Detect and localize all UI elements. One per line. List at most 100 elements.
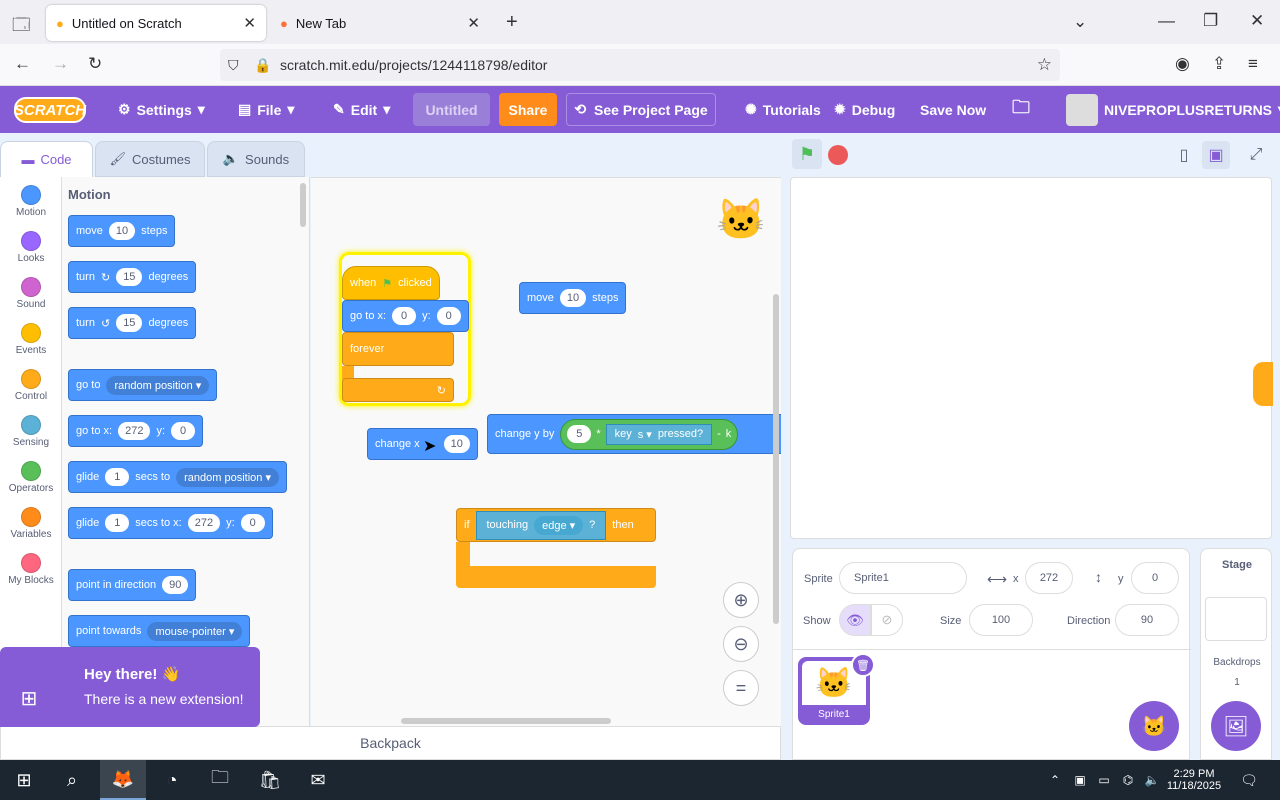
list-all-tabs-icon[interactable]: ⌄ xyxy=(1073,12,1087,32)
small-stage-icon[interactable]: ▯ xyxy=(1170,141,1198,169)
palette-scrollbar[interactable] xyxy=(300,183,306,227)
category-sensing[interactable]: Sensing xyxy=(0,415,62,448)
block-move-steps[interactable]: move 10 steps xyxy=(519,282,627,314)
green-flag-icon[interactable]: ⚑ xyxy=(792,139,822,169)
block-forever[interactable]: forever xyxy=(342,332,454,366)
search-icon[interactable]: ⌕ xyxy=(52,760,92,800)
sprite-name-input[interactable]: Sprite1 xyxy=(839,562,967,594)
tab-scratch[interactable]: ● Untitled on Scratch ✕ xyxy=(46,5,266,41)
tab-sounds[interactable]: 🔈 Sounds xyxy=(207,141,305,177)
block-glide-to[interactable]: glide 1 secs to random position ▾ xyxy=(68,461,287,493)
close-tab-icon[interactable]: ✕ xyxy=(467,14,480,32)
bookmark-star-icon[interactable]: ☆ xyxy=(1037,49,1052,81)
sprite-on-stage[interactable] xyxy=(1253,362,1273,406)
block-turn-ccw[interactable]: turn ↺ 15 degrees xyxy=(68,307,197,339)
touching-block[interactable]: touching edge ▾? xyxy=(475,510,607,540)
address-bar[interactable]: ⛉ 🔒 scratch.mit.edu/projects/1244118798/… xyxy=(220,49,1060,81)
block-dropdown[interactable]: mouse-pointer ▾ xyxy=(147,621,243,641)
file-menu[interactable]: ▤ File ▾ xyxy=(238,86,294,133)
delete-sprite-icon[interactable]: 🗑 xyxy=(851,653,875,677)
zoom-out-icon[interactable]: ⊖ xyxy=(723,626,759,662)
clock[interactable]: 2:29 PM 11/18/2025 xyxy=(1162,760,1226,800)
backpack-bar[interactable]: Backpack xyxy=(0,726,781,760)
tab-code[interactable]: ▬ Code xyxy=(0,141,93,177)
settings-menu[interactable]: ⚙ Settings ▾ xyxy=(118,86,205,133)
workspace-hscrollbar[interactable] xyxy=(401,718,611,724)
block-if-then[interactable]: if touching edge ▾? then xyxy=(456,508,656,542)
debug-button[interactable]: ✹ Debug xyxy=(834,86,895,133)
add-backdrop-icon[interactable]: 🖼 xyxy=(1211,701,1261,751)
edit-menu[interactable]: ✎ Edit ▾ xyxy=(333,86,390,133)
reload-icon[interactable]: ↻ xyxy=(88,54,102,74)
reset-zoom-icon[interactable]: = xyxy=(723,670,759,706)
block-go-to-xy[interactable]: go to x: 272 y: 0 xyxy=(68,415,203,447)
block-move-steps[interactable]: move 10 steps xyxy=(68,215,176,247)
volume-icon[interactable]: 🔈 xyxy=(1140,760,1164,800)
block-input[interactable]: 1 xyxy=(105,514,130,532)
block-change-y[interactable]: change y by 5 * key s ▾ pressed? - k xyxy=(487,414,781,454)
category-variables[interactable]: Variables xyxy=(0,507,62,540)
y-input[interactable]: 0 xyxy=(1131,562,1179,594)
block-dropdown[interactable]: random position ▾ xyxy=(176,467,279,487)
share-button[interactable]: Share xyxy=(499,93,557,126)
extension-toast[interactable]: ⊞ Hey there! 👋 There is a new extension! xyxy=(0,647,260,727)
block-go-to[interactable]: go to random position ▾ xyxy=(68,369,218,401)
tab-costumes[interactable]: 🖌 Costumes xyxy=(95,141,205,177)
category-sound[interactable]: Sound xyxy=(0,277,62,310)
stop-sign-icon[interactable] xyxy=(828,145,848,165)
block-input[interactable]: 0 xyxy=(436,307,461,325)
user-menu[interactable]: NIVEPROPLUSRETURNS▾ xyxy=(1066,86,1280,133)
forward-icon[interactable]: → xyxy=(52,54,69,74)
block-when-flag-clicked[interactable]: when ⚑ clicked xyxy=(342,266,440,300)
my-stuff-folder-icon[interactable]: 🗀 xyxy=(1012,86,1030,133)
block-input[interactable]: 1 xyxy=(105,468,130,486)
file-explorer-icon[interactable]: 🗀 xyxy=(200,760,240,800)
block-point-towards[interactable]: point towards mouse-pointer ▾ xyxy=(68,615,251,647)
stage-canvas[interactable] xyxy=(790,177,1273,539)
tutorials-button[interactable]: ✺ Tutorials xyxy=(745,86,821,133)
block-dropdown[interactable]: random position ▾ xyxy=(106,375,210,395)
operator-block[interactable]: 5 * key s ▾ pressed? - k xyxy=(560,418,739,450)
block-input[interactable]: 0 xyxy=(171,422,195,440)
hide-eye-icon[interactable]: ⊘ xyxy=(871,604,903,636)
block-point-direction[interactable]: point in direction 90 xyxy=(68,569,197,601)
show-eye-icon[interactable]: 👁 xyxy=(839,604,871,636)
extensions-icon[interactable]: ⇪ xyxy=(1212,54,1226,74)
add-extension-icon[interactable]: ⊞ xyxy=(0,669,58,727)
store-icon[interactable]: 🛍 xyxy=(250,760,290,800)
category-looks[interactable]: Looks xyxy=(0,231,62,264)
category-my-blocks[interactable]: My Blocks xyxy=(0,553,62,586)
tray-overflow-icon[interactable]: ⌃ xyxy=(1040,760,1070,800)
category-control[interactable]: Control xyxy=(0,369,62,402)
key-pressed-block[interactable]: key s ▾ pressed? xyxy=(605,423,713,445)
stage-target-pane[interactable]: Stage Backdrops 1 🖼 xyxy=(1200,548,1272,760)
minimize-icon[interactable]: — xyxy=(1158,11,1175,31)
network-icon[interactable]: ⌬ xyxy=(1116,760,1140,800)
direction-input[interactable]: 90 xyxy=(1115,604,1179,636)
close-window-icon[interactable]: ✕ xyxy=(1250,11,1264,31)
edge-taskbar-icon[interactable]: ◔ xyxy=(152,760,192,800)
scratch-logo[interactable]: SCRATCH xyxy=(14,97,86,123)
category-motion[interactable]: Motion xyxy=(0,185,62,218)
block-input[interactable]: 10 xyxy=(559,289,587,307)
block-input[interactable]: 10 xyxy=(443,435,470,453)
see-project-page-button[interactable]: ⟲ See Project Page xyxy=(566,93,716,126)
restore-icon[interactable]: ❐ xyxy=(1203,11,1218,31)
tab-new[interactable]: ● New Tab ✕ xyxy=(270,5,490,41)
zoom-in-icon[interactable]: ⊕ xyxy=(723,582,759,618)
close-tab-icon[interactable]: ✕ xyxy=(243,14,256,32)
block-input[interactable]: 90 xyxy=(162,576,189,594)
fullscreen-icon[interactable]: ⤢ xyxy=(1242,141,1270,169)
block-input[interactable]: 0 xyxy=(240,514,265,532)
block-input[interactable]: 0 xyxy=(392,307,417,325)
touching-dropdown[interactable]: edge ▾ xyxy=(534,515,584,535)
notifications-icon[interactable]: 🗨 xyxy=(1234,760,1264,800)
block-go-to-xy[interactable]: go to x: 0 y: 0 xyxy=(342,300,469,332)
stage-thumbnail[interactable] xyxy=(1205,597,1267,641)
key-dropdown[interactable]: s ▾ xyxy=(638,428,652,441)
category-events[interactable]: Events xyxy=(0,323,62,356)
tab-list-icon[interactable]: 🗔 xyxy=(12,12,30,41)
meet-now-icon[interactable]: ▣ xyxy=(1068,760,1092,800)
mail-icon[interactable]: ✉ xyxy=(298,760,338,800)
menu-icon[interactable]: ≡ xyxy=(1248,54,1258,74)
